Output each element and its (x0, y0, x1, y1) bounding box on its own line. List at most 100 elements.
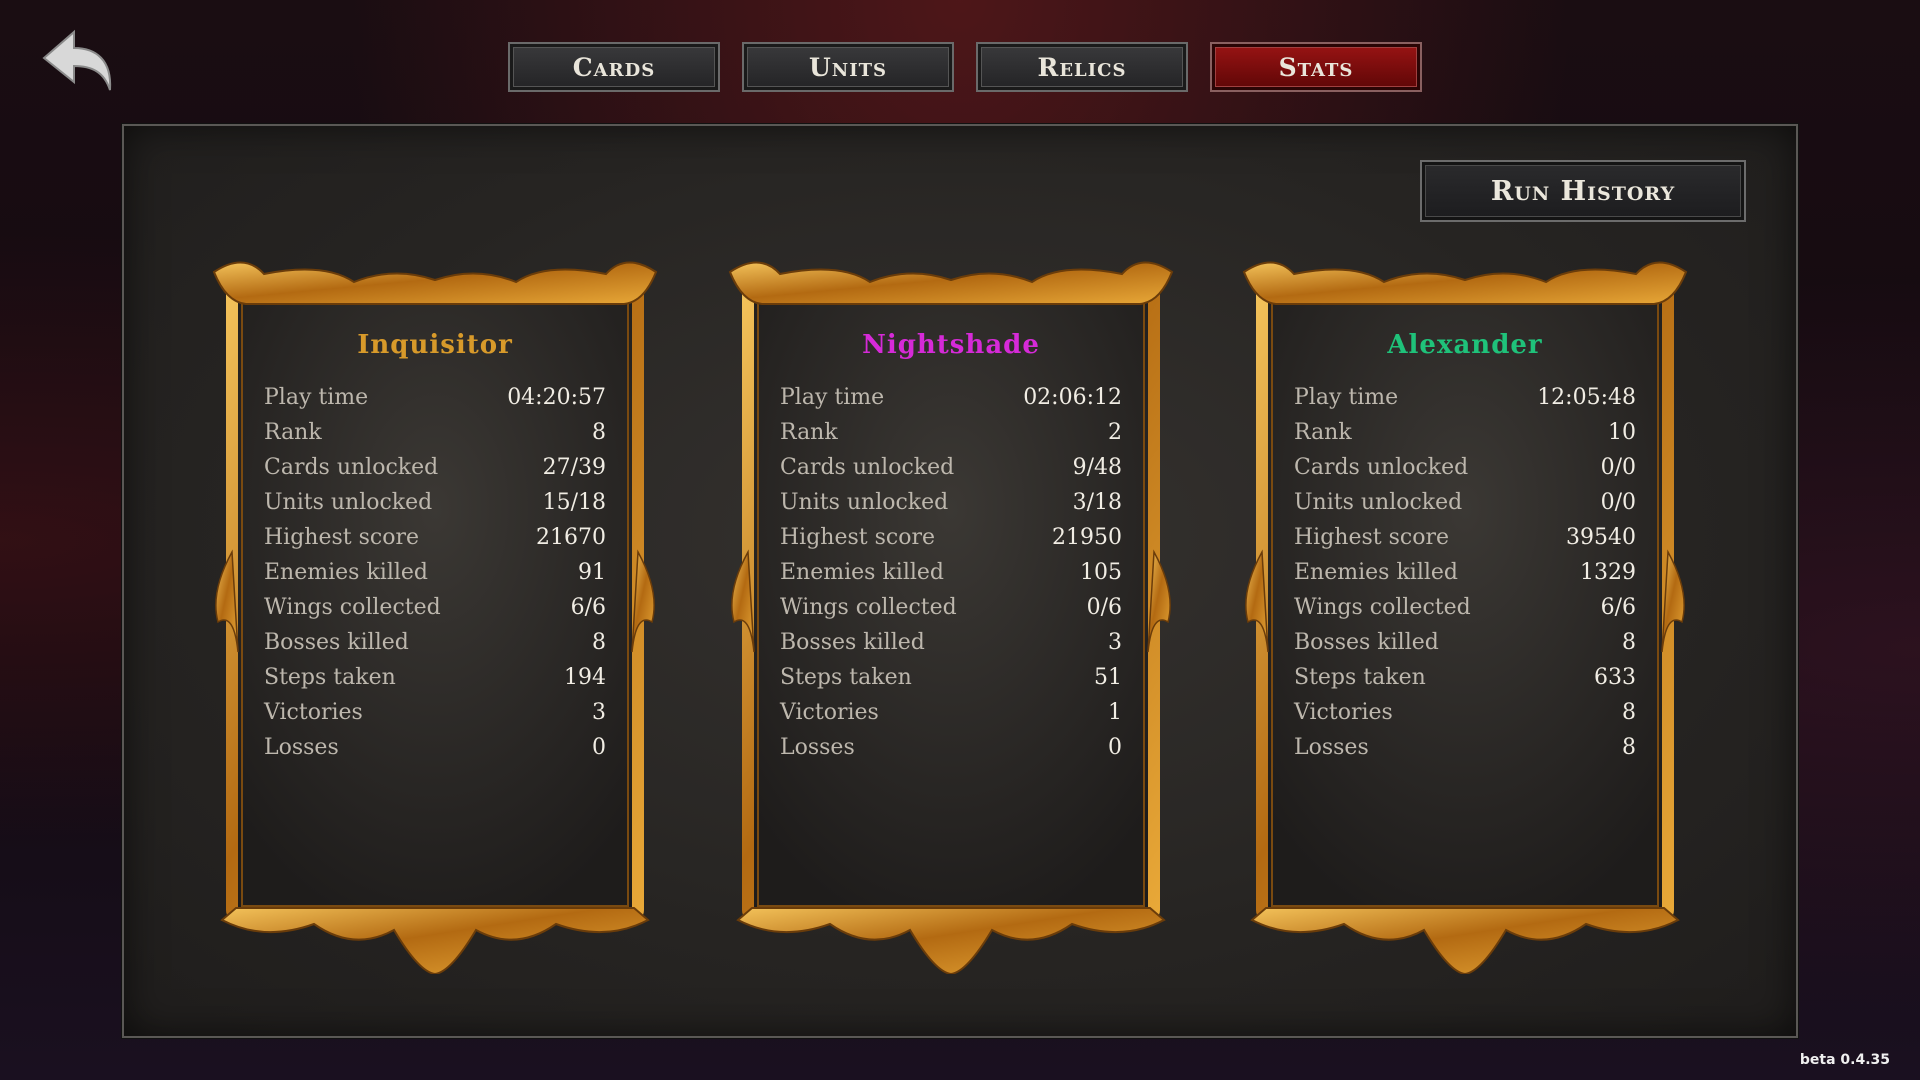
stat-label: Cards unlocked (780, 455, 955, 480)
stat-row: Rank 8 (264, 415, 606, 450)
stat-row: Enemies killed 91 (264, 555, 606, 590)
tab-bar: Cards Units Relics Stats (508, 42, 1422, 92)
stat-row: Victories 3 (264, 695, 606, 730)
tab-cards[interactable]: Cards (508, 42, 720, 92)
stat-value: 91 (578, 560, 606, 585)
stat-value: 3 (1108, 630, 1122, 655)
tab-units[interactable]: Units (742, 42, 954, 92)
stat-value: 0/0 (1600, 455, 1636, 480)
stat-label: Units unlocked (780, 490, 949, 515)
stat-label: Play time (1294, 385, 1399, 410)
stat-label: Steps taken (780, 665, 912, 690)
stat-value: 194 (564, 665, 606, 690)
stat-row: Play time 12:05:48 (1294, 380, 1636, 415)
stat-label: Bosses killed (1294, 630, 1439, 655)
stat-row: Wings collected 0/6 (780, 590, 1122, 625)
stat-row: Steps taken 633 (1294, 660, 1636, 695)
stat-row: Highest score 21950 (780, 520, 1122, 555)
stat-row: Play time 02:06:12 (780, 380, 1122, 415)
stat-label: Wings collected (1294, 595, 1471, 620)
stat-label: Losses (264, 735, 339, 760)
stat-row: Wings collected 6/6 (264, 590, 606, 625)
stat-value: 6/6 (1600, 595, 1636, 620)
stat-value: 12:05:48 (1537, 385, 1636, 410)
stat-label: Cards unlocked (1294, 455, 1469, 480)
stat-value: 15/18 (542, 490, 606, 515)
stat-label: Steps taken (1294, 665, 1426, 690)
stat-label: Victories (780, 700, 879, 725)
stat-row: Enemies killed 105 (780, 555, 1122, 590)
character-card-nightshade: Nightshade Play time 02:06:12 Rank 2 Cards u… (720, 252, 1182, 974)
stat-row: Cards unlocked 0/0 (1294, 450, 1636, 485)
stat-row: Rank 10 (1294, 415, 1636, 450)
stat-value: 3/18 (1072, 490, 1122, 515)
stat-value: 1 (1108, 700, 1122, 725)
stats-list: Play time 12:05:48 Rank 10 Cards unlocked 0/0… (1294, 380, 1636, 765)
stat-row: Units unlocked 0/0 (1294, 485, 1636, 520)
stat-row: Bosses killed 8 (264, 625, 606, 660)
stats-list: Play time 02:06:12 Rank 2 Cards unlocked 9/48… (780, 380, 1122, 765)
stats-panel: Run History Inquisitor Play time 04:20:57… (122, 124, 1798, 1038)
stat-row: Victories 8 (1294, 695, 1636, 730)
stat-label: Wings collected (780, 595, 957, 620)
stat-label: Enemies killed (1294, 560, 1458, 585)
stat-row: Bosses killed 8 (1294, 625, 1636, 660)
stat-label: Units unlocked (1294, 490, 1463, 515)
stat-row: Wings collected 6/6 (1294, 590, 1636, 625)
character-name: Nightshade (862, 330, 1040, 360)
character-name: Alexander (1387, 330, 1543, 360)
stat-value: 51 (1094, 665, 1122, 690)
stat-value: 9/48 (1072, 455, 1122, 480)
stat-label: Wings collected (264, 595, 441, 620)
stat-value: 8 (592, 420, 606, 445)
tab-stats[interactable]: Stats (1210, 42, 1422, 92)
stat-value: 3 (592, 700, 606, 725)
stat-label: Bosses killed (264, 630, 409, 655)
stat-label: Highest score (264, 525, 420, 550)
stat-row: Steps taken 51 (780, 660, 1122, 695)
stat-label: Losses (780, 735, 855, 760)
stat-row: Rank 2 (780, 415, 1122, 450)
stat-label: Enemies killed (264, 560, 428, 585)
stat-value: 39540 (1566, 525, 1636, 550)
stat-row: Steps taken 194 (264, 660, 606, 695)
stat-label: Rank (264, 420, 322, 445)
stat-row: Losses 0 (264, 730, 606, 765)
stat-label: Play time (264, 385, 369, 410)
stat-value: 02:06:12 (1023, 385, 1122, 410)
stat-row: Cards unlocked 27/39 (264, 450, 606, 485)
stat-value: 6/6 (570, 595, 606, 620)
stat-value: 105 (1080, 560, 1122, 585)
stat-label: Highest score (1294, 525, 1450, 550)
stat-label: Rank (1294, 420, 1352, 445)
stat-row: Highest score 39540 (1294, 520, 1636, 555)
stat-label: Units unlocked (264, 490, 433, 515)
stat-value: 0 (592, 735, 606, 760)
stat-label: Rank (780, 420, 838, 445)
stat-value: 0/0 (1600, 490, 1636, 515)
stat-value: 0/6 (1086, 595, 1122, 620)
stat-label: Play time (780, 385, 885, 410)
stat-row: Losses 8 (1294, 730, 1636, 765)
stat-value: 27/39 (542, 455, 606, 480)
back-button[interactable] (40, 28, 116, 94)
character-name: Inquisitor (357, 330, 513, 360)
stat-row: Highest score 21670 (264, 520, 606, 555)
stat-value: 10 (1608, 420, 1636, 445)
stat-value: 04:20:57 (507, 385, 606, 410)
stat-row: Play time 04:20:57 (264, 380, 606, 415)
stat-row: Bosses killed 3 (780, 625, 1122, 660)
stat-label: Steps taken (264, 665, 396, 690)
stat-value: 21670 (536, 525, 606, 550)
stat-value: 8 (1622, 735, 1636, 760)
stat-value: 8 (1622, 700, 1636, 725)
stat-label: Victories (264, 700, 363, 725)
back-arrow-icon (42, 29, 112, 91)
stat-label: Enemies killed (780, 560, 944, 585)
stat-row: Units unlocked 3/18 (780, 485, 1122, 520)
stat-value: 8 (592, 630, 606, 655)
run-history-button[interactable]: Run History (1420, 160, 1746, 222)
version-label: beta 0.4.35 (1799, 1052, 1890, 1068)
stat-value: 633 (1594, 665, 1636, 690)
tab-relics[interactable]: Relics (976, 42, 1188, 92)
